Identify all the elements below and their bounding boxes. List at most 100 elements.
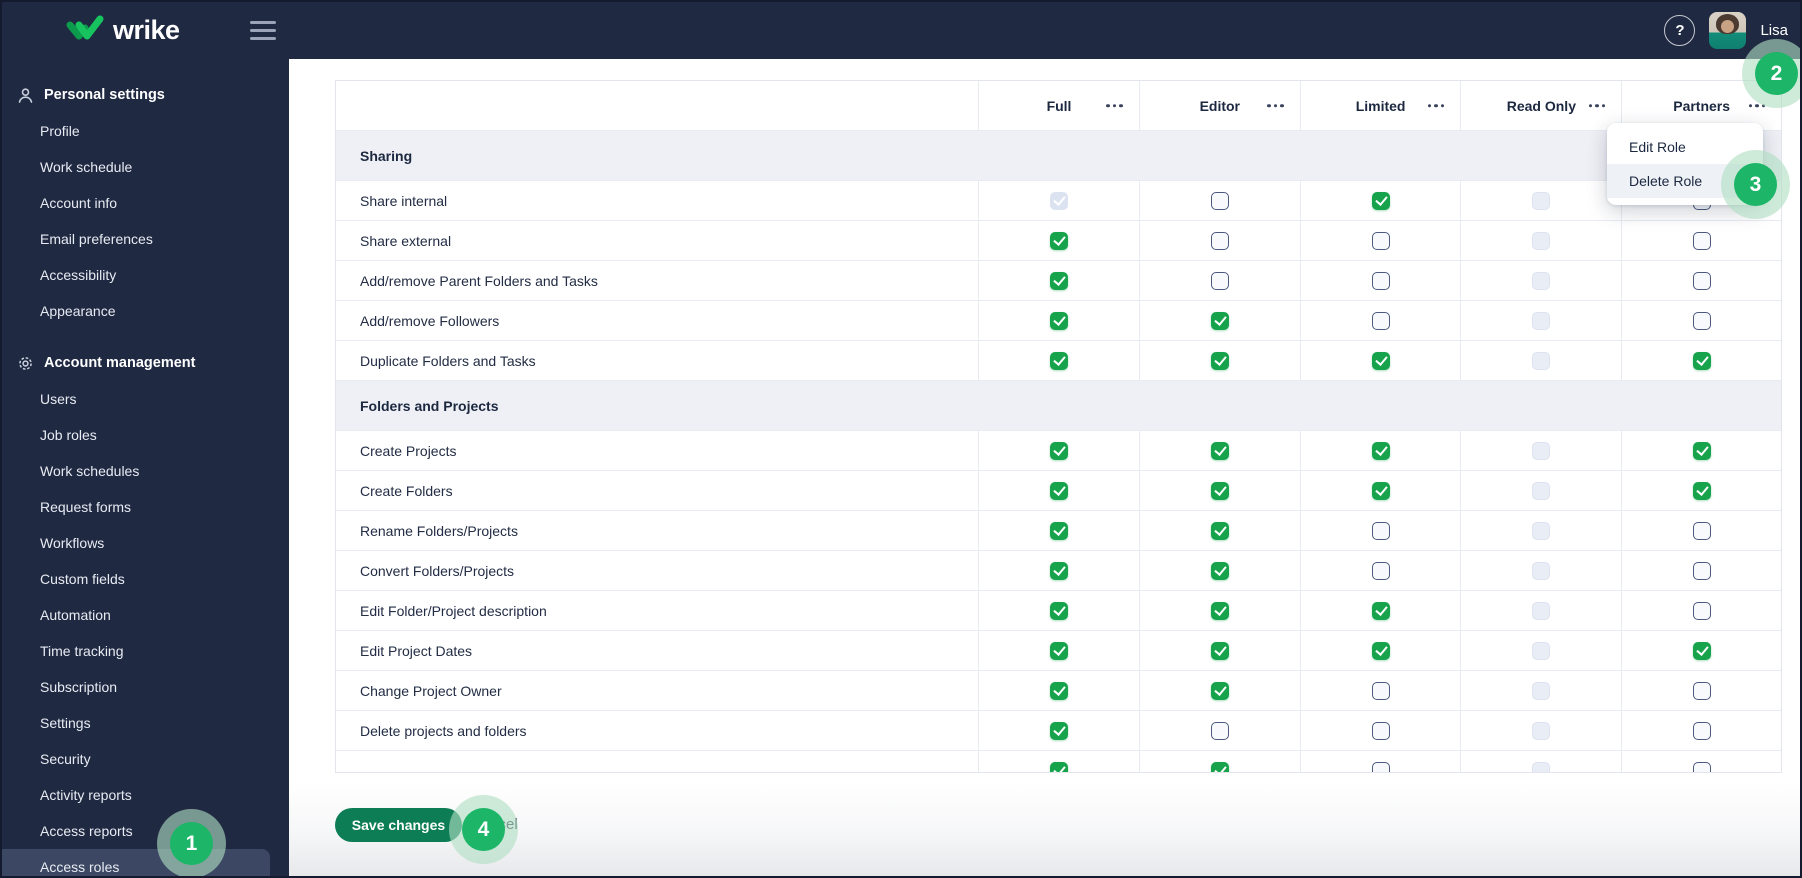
- column-menu-ellipsis-icon[interactable]: [1585, 100, 1610, 112]
- permission-checkbox-unchecked[interactable]: [1210, 231, 1229, 250]
- permission-checkbox-unchecked[interactable]: [1692, 721, 1711, 740]
- permission-row: Change Project Owner: [336, 670, 1781, 710]
- permission-row: Create Projects: [336, 430, 1781, 470]
- column-menu-ellipsis-icon[interactable]: [1745, 100, 1770, 112]
- permission-label: Create Folders: [336, 470, 979, 510]
- save-changes-button[interactable]: Save changes: [335, 808, 462, 842]
- permission-row: Delete projects and folders: [336, 710, 1781, 750]
- permission-checkbox-unchecked[interactable]: [1210, 271, 1229, 290]
- avatar[interactable]: [1709, 12, 1747, 49]
- permission-row: Duplicate Folders and Tasks: [336, 340, 1781, 380]
- permission-checkbox-checked[interactable]: [1050, 561, 1069, 580]
- permission-checkbox-checked[interactable]: [1050, 721, 1069, 740]
- hamburger-menu-icon[interactable]: [250, 21, 276, 40]
- permission-checkbox-unchecked[interactable]: [1692, 231, 1711, 250]
- sidebar-item-profile[interactable]: Profile: [2, 113, 289, 149]
- permission-checkbox-checked[interactable]: [1050, 761, 1069, 772]
- permission-checkbox-checked[interactable]: [1210, 601, 1229, 620]
- permission-checkbox-disabled: [1532, 311, 1551, 330]
- permission-checkbox-unchecked[interactable]: [1210, 721, 1229, 740]
- permission-checkbox-checked[interactable]: [1210, 641, 1229, 660]
- permission-checkbox-checked[interactable]: [1692, 481, 1711, 500]
- permission-checkbox-unchecked[interactable]: [1692, 271, 1711, 290]
- sidebar-item-request-forms[interactable]: Request forms: [2, 489, 289, 525]
- sidebar-item-access-reports[interactable]: Access reports: [2, 813, 289, 849]
- sidebar-item-settings[interactable]: Settings: [2, 705, 289, 741]
- permission-checkbox-checked[interactable]: [1050, 271, 1069, 290]
- permission-checkbox-unchecked[interactable]: [1692, 561, 1711, 580]
- permission-checkbox-checked[interactable]: [1210, 481, 1229, 500]
- permission-checkbox-unchecked[interactable]: [1371, 561, 1390, 580]
- permission-checkbox-unchecked[interactable]: [1692, 601, 1711, 620]
- dropdown-item-edit-role[interactable]: Edit Role: [1607, 130, 1763, 164]
- sidebar-item-automation[interactable]: Automation: [2, 597, 289, 633]
- permission-checkbox-unchecked[interactable]: [1371, 761, 1390, 772]
- permission-checkbox-checked[interactable]: [1210, 441, 1229, 460]
- permission-cell: [978, 340, 1139, 380]
- permission-checkbox-checked[interactable]: [1050, 601, 1069, 620]
- permission-checkbox-checked[interactable]: [1692, 351, 1711, 370]
- step-badge-3: 3: [1734, 163, 1777, 206]
- permission-checkbox-unchecked[interactable]: [1692, 681, 1711, 700]
- sidebar-item-security[interactable]: Security: [2, 741, 289, 777]
- permission-cell: [978, 220, 1139, 260]
- permission-cell: [978, 470, 1139, 510]
- permission-checkbox-checked[interactable]: [1050, 441, 1069, 460]
- permission-checkbox-unchecked[interactable]: [1692, 761, 1711, 772]
- permission-checkbox-checked[interactable]: [1371, 441, 1390, 460]
- permission-checkbox-checked[interactable]: [1210, 761, 1229, 772]
- permission-checkbox-checked[interactable]: [1371, 191, 1390, 210]
- permission-checkbox-checked-disabled: [1050, 191, 1069, 210]
- sidebar-item-account-info[interactable]: Account info: [2, 185, 289, 221]
- column-menu-ellipsis-icon[interactable]: [1424, 100, 1449, 112]
- permission-checkbox-checked[interactable]: [1371, 481, 1390, 500]
- permission-checkbox-checked[interactable]: [1371, 601, 1390, 620]
- permission-checkbox-checked[interactable]: [1050, 681, 1069, 700]
- sidebar-item-time-tracking[interactable]: Time tracking: [2, 633, 289, 669]
- permission-checkbox-checked[interactable]: [1210, 561, 1229, 580]
- permission-checkbox-checked[interactable]: [1692, 441, 1711, 460]
- permission-checkbox-unchecked[interactable]: [1371, 271, 1390, 290]
- permission-checkbox-checked[interactable]: [1210, 351, 1229, 370]
- sidebar-item-workflows[interactable]: Workflows: [2, 525, 289, 561]
- permission-checkbox-checked[interactable]: [1371, 641, 1390, 660]
- sidebar-item-access-roles[interactable]: Access roles: [2, 849, 270, 876]
- sidebar-item-subscription[interactable]: Subscription: [2, 669, 289, 705]
- sidebar-item-accessibility[interactable]: Accessibility: [2, 257, 289, 293]
- permission-checkbox-unchecked[interactable]: [1692, 521, 1711, 540]
- column-header-read-only: Read Only: [1460, 81, 1621, 130]
- permission-checkbox-checked[interactable]: [1210, 681, 1229, 700]
- permission-checkbox-checked[interactable]: [1050, 311, 1069, 330]
- permission-checkbox-checked[interactable]: [1050, 231, 1069, 250]
- permission-checkbox-unchecked[interactable]: [1210, 191, 1229, 210]
- permission-checkbox-checked[interactable]: [1692, 641, 1711, 660]
- column-menu-ellipsis-icon[interactable]: [1263, 100, 1288, 112]
- sidebar-item-custom-fields[interactable]: Custom fields: [2, 561, 289, 597]
- permission-checkbox-unchecked[interactable]: [1371, 681, 1390, 700]
- permission-checkbox-unchecked[interactable]: [1371, 311, 1390, 330]
- permission-checkbox-unchecked[interactable]: [1371, 231, 1390, 250]
- help-icon[interactable]: ?: [1664, 15, 1696, 46]
- sidebar-item-users[interactable]: Users: [2, 381, 289, 417]
- permission-checkbox-checked[interactable]: [1050, 351, 1069, 370]
- permission-checkbox-checked[interactable]: [1210, 311, 1229, 330]
- permission-checkbox-checked[interactable]: [1050, 481, 1069, 500]
- sidebar-item-job-roles[interactable]: Job roles: [2, 417, 289, 453]
- permission-checkbox-checked[interactable]: [1371, 351, 1390, 370]
- permission-cell: [1138, 220, 1300, 260]
- sidebar-item-work-schedule[interactable]: Work schedule: [2, 149, 289, 185]
- sidebar-item-appearance[interactable]: Appearance: [2, 293, 289, 329]
- permission-checkbox-unchecked[interactable]: [1371, 521, 1390, 540]
- sidebar-item-activity-reports[interactable]: Activity reports: [2, 777, 289, 813]
- permission-checkbox-checked[interactable]: [1210, 521, 1229, 540]
- sidebar-item-work-schedules[interactable]: Work schedules: [2, 453, 289, 489]
- column-menu-ellipsis-icon[interactable]: [1102, 100, 1127, 112]
- permission-checkbox-checked[interactable]: [1050, 521, 1069, 540]
- permission-checkbox-unchecked[interactable]: [1371, 721, 1390, 740]
- sidebar-item-email-preferences[interactable]: Email preferences: [2, 221, 289, 257]
- permission-checkbox-unchecked[interactable]: [1692, 311, 1711, 330]
- wrike-logo[interactable]: wrike: [66, 14, 180, 46]
- permission-cell: [1138, 630, 1300, 670]
- permission-checkbox-checked[interactable]: [1050, 641, 1069, 660]
- section-title: Folders and Projects: [360, 397, 499, 414]
